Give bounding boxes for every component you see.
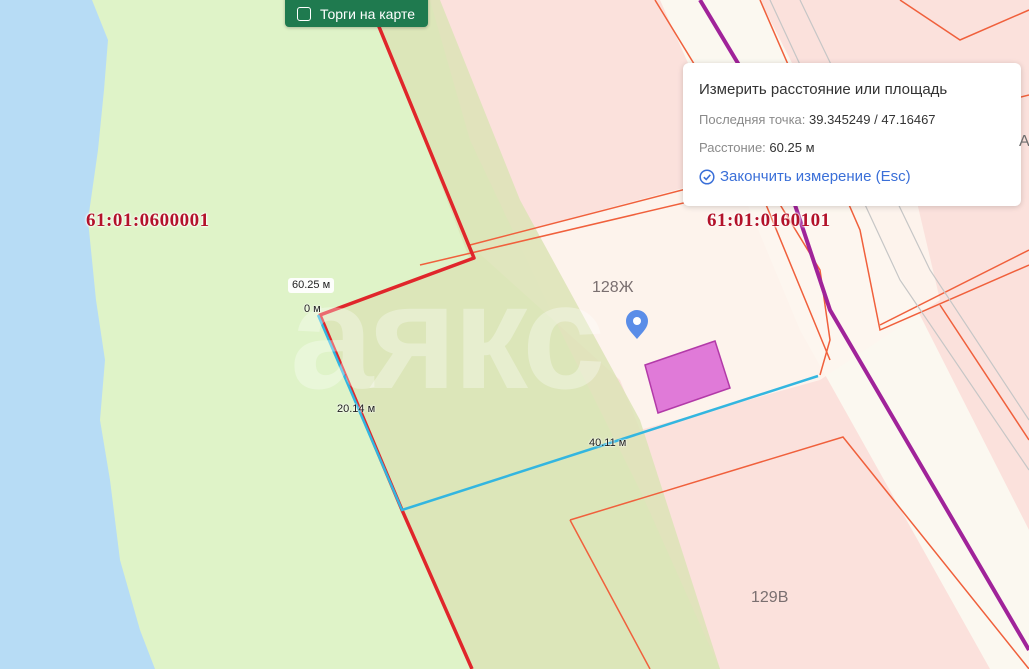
partial-map-label: А bbox=[1019, 133, 1029, 150]
finish-measure-label: Закончить измерение (Esc) bbox=[720, 168, 911, 185]
distance-label: Расстоние: bbox=[699, 140, 766, 155]
finish-measure-button[interactable]: Закончить измерение (Esc) bbox=[699, 168, 1005, 185]
last-point-value: 39.345249 / 47.16467 bbox=[809, 112, 936, 127]
segment-distance-label: 20.14 м bbox=[337, 403, 376, 415]
last-point-row: Последняя точка: 39.345249 / 47.16467 bbox=[699, 112, 1005, 127]
distance-value: 60.25 м bbox=[769, 140, 815, 155]
plot-number-label: 128Ж bbox=[592, 279, 634, 296]
last-point-label: Последняя точка: bbox=[699, 112, 806, 127]
measure-panel: Измерить расстояние или площадь Последня… bbox=[683, 63, 1021, 206]
measure-panel-title: Измерить расстояние или площадь bbox=[699, 81, 948, 98]
cadastral-quarter-label: 61:01:0160101 bbox=[707, 210, 831, 231]
total-distance-label: 60.25 м bbox=[288, 278, 335, 293]
segment-distance-label: 40.11 м bbox=[589, 437, 627, 449]
plot-number-label: 129В bbox=[751, 589, 789, 606]
checkbox-icon[interactable] bbox=[297, 6, 311, 21]
distance-row: Расстоние: 60.25 м bbox=[699, 140, 1005, 155]
cadastral-quarter-label: 61:01:0600001 bbox=[86, 210, 210, 231]
auction-toggle-label: Торги на карте bbox=[320, 5, 415, 22]
start-distance-label: 0 м bbox=[304, 303, 321, 315]
check-circle-icon bbox=[699, 168, 715, 185]
auction-toggle-button[interactable]: Торги на карте bbox=[285, 0, 428, 27]
